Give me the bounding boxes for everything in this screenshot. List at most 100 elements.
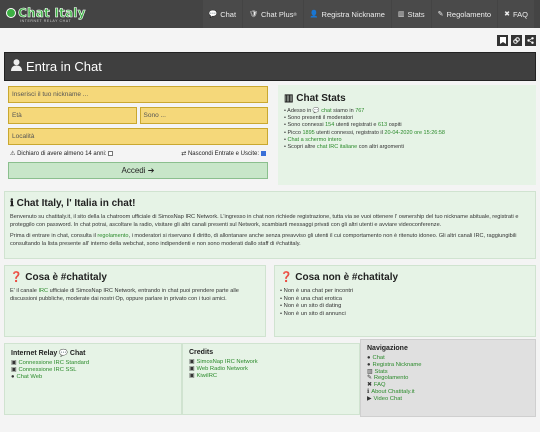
stats-text: Sono connessi xyxy=(287,122,324,129)
info-icon: ℹ xyxy=(10,198,14,209)
link-label: Connessione IRC Standard xyxy=(18,360,90,366)
stats-text: con altri argomenti xyxy=(358,144,404,151)
footer-nav-box: Navigazione ● Chat ● Registra Nickname ▥ St… xyxy=(360,339,536,417)
what-is-paragraph: E' il canale IRC ufficiale di SimosNap I… xyxy=(10,288,260,303)
bookmark-icon[interactable] xyxy=(497,34,508,46)
location-input[interactable]: Località xyxy=(8,128,268,145)
age-confirm-group: ⚠ Dichiaro di avere almeno 14 anni: xyxy=(10,150,114,157)
intro-title: ℹ Chat Italy, l' Italia in chat! xyxy=(10,198,530,209)
nav-item-chat[interactable]: 💬 Chat xyxy=(202,0,243,28)
link-label: Stats xyxy=(374,368,388,375)
stats-text: Adesso in xyxy=(287,108,312,114)
irc-standard-link[interactable]: ▣ Connessione IRC Standard xyxy=(11,360,175,367)
login-button-label: Accedi xyxy=(121,166,146,175)
footer-nav-faq[interactable]: ✖ FAQ xyxy=(367,382,529,389)
footer-nav-chat[interactable]: ● Chat xyxy=(367,355,529,362)
irc-ssl-link[interactable]: ▣ Connessione IRC SSL xyxy=(11,367,175,374)
link-label: KiwiIRC xyxy=(196,372,218,379)
site-logo[interactable]: Chat Italy INTERNET RELAY CHAT xyxy=(6,5,86,23)
list-item: Non è una chat erotica xyxy=(280,296,530,304)
stats-fullscreen: Chat a schermo intero xyxy=(284,137,530,144)
nav-label: FAQ xyxy=(512,9,528,19)
user-icon: 👤 xyxy=(309,11,319,18)
login-button[interactable]: Accedi ➔ xyxy=(8,162,268,179)
what-is-not-title-text: Cosa non è #chatitaly xyxy=(295,272,399,283)
login-options: ⚠ Dichiaro di avere almeno 14 anni: ⇄ Na… xyxy=(8,149,268,162)
globe-icon: ● xyxy=(11,373,15,380)
irc-link[interactable]: IRC xyxy=(38,288,48,294)
lock-icon: ▣ xyxy=(11,366,17,373)
warning-icon: ⚠ xyxy=(10,151,16,157)
irc-chats-link[interactable]: chat IRC italiane xyxy=(317,144,357,150)
nav-item-regolamento[interactable]: ✎ Regolamento xyxy=(431,0,498,28)
nav-item-registra-nickname[interactable]: 👤 Registra Nickname xyxy=(303,0,391,28)
shield-icon: 🛡 xyxy=(249,11,258,18)
guest-count: 613 xyxy=(378,122,388,129)
radio-icon: ▣ xyxy=(189,365,195,372)
nav-item-stats[interactable]: ▥ Stats xyxy=(391,0,431,28)
credit-radio-link[interactable]: ▣ Web Radio Network xyxy=(189,366,353,373)
credit-simosnap-link[interactable]: ▣ SimosNap IRC Network xyxy=(189,359,353,366)
stats-connected: Sono connessi 154 utenti registrati e 61… xyxy=(284,122,530,129)
help-icon: ✖ xyxy=(504,11,510,18)
info-icon: ℹ xyxy=(367,388,370,395)
credit-kiwiirc-link[interactable]: ▣ KiwiIRC xyxy=(189,373,353,380)
age-sex-row: Età Sono ... xyxy=(8,107,268,128)
sex-select[interactable]: Sono ... xyxy=(139,107,268,124)
regolamento-link[interactable]: regolamento xyxy=(97,233,128,239)
what-is-title: ❓ Cosa è #chatitaly xyxy=(10,272,260,283)
nav-item-faq[interactable]: ✖ FAQ xyxy=(498,0,534,28)
chat-link[interactable]: chat xyxy=(321,108,331,114)
what-is-title-text: Cosa è #chatitaly xyxy=(25,272,107,283)
link-icon[interactable] xyxy=(511,34,522,46)
online-count: 767 xyxy=(355,108,365,114)
registered-mark: ® xyxy=(293,11,297,17)
stats-column: ▥ Chat Stats Adesso in 💬 chat siamo in 7… xyxy=(272,81,536,185)
link-label: Video Chat xyxy=(373,395,403,402)
code-icon: ▣ xyxy=(189,372,195,379)
footer-nav-registra[interactable]: ● Registra Nickname xyxy=(367,362,529,369)
chat-bubble-icon: 💬 xyxy=(208,11,218,18)
user-icon: ● xyxy=(367,361,371,368)
share-icon[interactable] xyxy=(525,34,536,46)
link-label: Web Radio Network xyxy=(196,365,248,372)
nav-item-chat-plus[interactable]: 🛡 Chat Plus ® xyxy=(243,0,303,28)
stats-list: Adesso in 💬 chat siamo in 767 Sono prese… xyxy=(284,108,530,151)
link-label: Chat Web xyxy=(16,373,43,380)
bar-chart-icon: ▥ xyxy=(367,368,373,375)
footer-nav-about[interactable]: ℹ About Chatitaly.it xyxy=(367,389,529,396)
footer-nav-regolamento[interactable]: ✎ Regolamento xyxy=(367,375,529,382)
hide-join-checkbox[interactable] xyxy=(261,150,266,156)
peak-date: 20-04-2020 ore 15:26:58 xyxy=(384,129,445,136)
nav-label: Registra Nickname xyxy=(321,9,385,19)
age-input[interactable]: Età xyxy=(8,107,137,124)
what-is-section: ❓ Cosa è #chatitaly E' il canale IRC uff… xyxy=(4,265,266,337)
chat-bubble-icon: ● xyxy=(367,355,371,361)
stats-discover: Scopri altre chat IRC italiane con altri… xyxy=(284,144,530,151)
peak-count: 1895 xyxy=(302,129,315,136)
gavel-icon: ✎ xyxy=(367,375,372,382)
nav-label: Chat xyxy=(220,9,237,19)
footer-irc-title-a: Internet Relay xyxy=(11,350,58,357)
link-label: FAQ xyxy=(373,382,386,389)
age-confirm-checkbox[interactable] xyxy=(108,150,114,156)
logo-text: Chat Italy xyxy=(18,5,86,20)
nav-label: Chat Plus xyxy=(260,9,294,19)
logo-mark-icon xyxy=(6,7,16,18)
nickname-input[interactable]: Inserisci il tuo nickname ... xyxy=(8,86,268,103)
intro-section: ℹ Chat Italy, l' Italia in chat! Benvenu… xyxy=(4,191,536,259)
sign-in-icon: ➔ xyxy=(147,166,155,175)
link-label: About Chatitaly.it xyxy=(371,388,415,395)
footer-irc-box: Internet Relay 💬 Chat ▣ Connessione IRC S… xyxy=(4,343,182,415)
intro-paragraph-1: Benvenuto su chatitaly.it, il sito della… xyxy=(10,214,519,228)
web-chat-link[interactable]: ● Chat Web xyxy=(11,374,175,381)
login-stats-row: Inserisci il tuo nickname ... Età Sono .… xyxy=(4,81,536,185)
question-icon: ❓ xyxy=(10,272,23,283)
stats-title-text: Chat Stats xyxy=(296,93,346,104)
chat-stats-panel: ▥ Chat Stats Adesso in 💬 chat siamo in 7… xyxy=(278,85,536,185)
footer-nav-video-chat[interactable]: ▶ Video Chat xyxy=(367,396,529,403)
intro-text: Prima di entrare in chat, consulta il xyxy=(10,233,96,239)
stats-text: siamo in xyxy=(333,108,354,114)
fullscreen-link[interactable]: Chat a schermo intero xyxy=(287,137,341,143)
about-row: ❓ Cosa è #chatitaly E' il canale IRC uff… xyxy=(4,265,536,337)
